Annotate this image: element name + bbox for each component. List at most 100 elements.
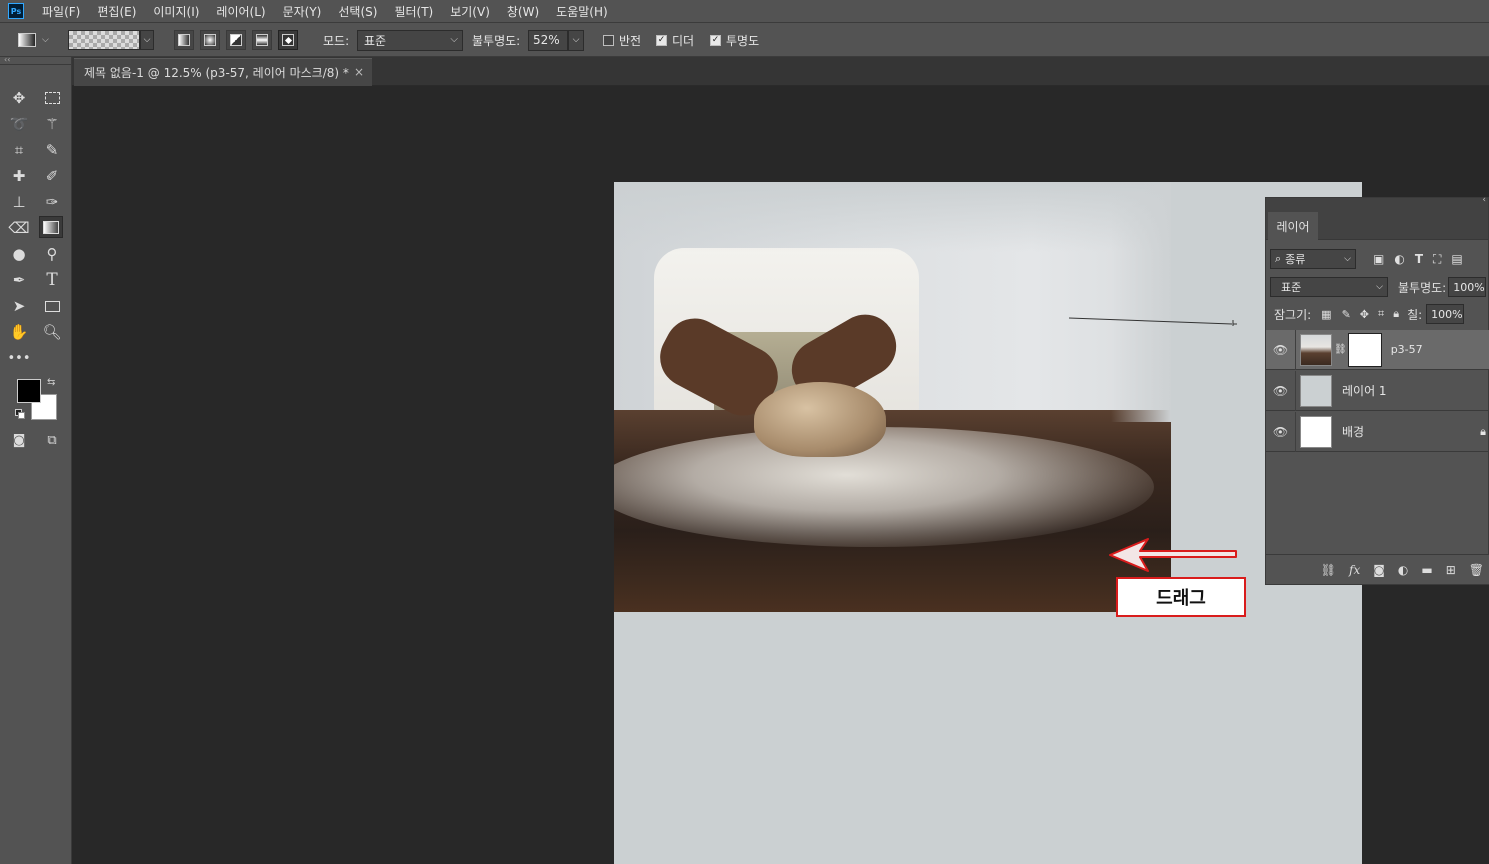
healing-brush-tool-icon[interactable]: ✚ xyxy=(7,165,31,187)
lock-icon: 🔒︎ xyxy=(1480,424,1486,438)
rectangle-tool-icon[interactable] xyxy=(40,295,64,317)
menu-help[interactable]: 도움말(H) xyxy=(556,3,608,20)
zoom-tool-icon[interactable]: 🔍︎ xyxy=(40,321,64,343)
layer-thumbnail[interactable] xyxy=(1300,415,1332,448)
collapse-icon[interactable]: ‹‹ xyxy=(0,56,71,65)
opacity-input[interactable]: 52% xyxy=(528,29,568,51)
eye-icon[interactable]: 👁︎ xyxy=(1266,411,1296,452)
layer-filter-select[interactable]: ⌕ 종류 ⌵ xyxy=(1270,249,1356,269)
lock-row: 잠그기: ▦ ✎ ✥ ⌗ 🔒︎ 칠: 100% xyxy=(1266,302,1489,326)
menu-type[interactable]: 문자(Y) xyxy=(283,3,322,20)
foreground-color-swatch[interactable] xyxy=(17,379,41,403)
blur-tool-icon[interactable]: ● xyxy=(7,243,31,265)
crop-tool-icon[interactable]: ⌗ xyxy=(7,139,31,161)
menu-edit[interactable]: 편집(E) xyxy=(97,3,136,20)
eye-icon[interactable]: 👁︎ xyxy=(1266,370,1296,411)
collapse-icon[interactable]: ‹ xyxy=(1482,195,1486,205)
layer-name: 레이어 1 xyxy=(1342,384,1387,398)
layer-opacity-value: 100% xyxy=(1453,280,1485,294)
link-icon[interactable]: ⛓ xyxy=(1334,344,1347,355)
dodge-tool-icon[interactable]: ⚲ xyxy=(40,243,64,265)
gradient-picker[interactable]: ⌵ xyxy=(68,29,154,51)
menu-image[interactable]: 이미지(I) xyxy=(153,3,199,20)
lock-pixels-icon[interactable]: ✎ xyxy=(1342,308,1351,321)
layer-mask-thumbnail[interactable] xyxy=(1348,333,1381,366)
opacity-label: 불투명도: xyxy=(472,33,521,48)
layer-row-p3-57[interactable]: 👁︎ ⛓ p3-57 xyxy=(1266,329,1489,370)
gradient-tool-icon[interactable] xyxy=(39,216,63,238)
layer-row-background[interactable]: 👁︎ 배경 🔒︎ xyxy=(1266,411,1489,452)
layer-thumbnail[interactable] xyxy=(1300,333,1332,366)
linear-gradient-button[interactable] xyxy=(174,30,194,50)
document-tab-strip: 제목 없음-1 @ 12.5% (p3-57, 레이어 마스크/8) * × xyxy=(72,57,1489,86)
tab-layers[interactable]: 레이어 xyxy=(1268,212,1318,240)
default-colors-icon[interactable] xyxy=(15,409,25,419)
filter-shape-icon[interactable]: ⛶ xyxy=(1433,252,1441,267)
layers-panel: ‹ 레이어 ⌕ 종류 ⌵ ▣ ◐ T ⛶ ▤ 표준 ⌵ 불투명도: 100% 잠 xyxy=(1265,195,1489,585)
transparency-checkbox[interactable]: ✓ xyxy=(710,34,721,46)
eraser-tool-icon[interactable]: ⌫ xyxy=(7,217,31,239)
menu-view[interactable]: 보기(V) xyxy=(450,3,490,20)
menu-layer[interactable]: 레이어(L) xyxy=(216,3,265,20)
link-layers-icon[interactable]: ⛓ xyxy=(1321,563,1336,577)
adjustment-layer-icon[interactable]: ◐ xyxy=(1398,563,1408,577)
document-tab[interactable]: 제목 없음-1 @ 12.5% (p3-57, 레이어 마스크/8) * × xyxy=(74,58,372,86)
new-layer-icon[interactable]: ⊞ xyxy=(1446,563,1456,577)
diamond-gradient-button[interactable] xyxy=(278,30,298,50)
baking-photo[interactable] xyxy=(614,182,1171,612)
more-tools-icon[interactable]: ••• xyxy=(7,347,31,369)
chevron-down-icon[interactable]: ⌵ xyxy=(568,29,584,51)
menu-bar: Ps 파일(F) 편집(E) 이미지(I) 레이어(L) 문자(Y) 선택(S)… xyxy=(0,0,1489,22)
menu-filter[interactable]: 필터(T) xyxy=(394,3,433,20)
lock-artboard-icon[interactable]: ⌗ xyxy=(1378,307,1384,321)
reflected-gradient-button[interactable] xyxy=(252,30,272,50)
lock-transparent-icon[interactable]: ▦ xyxy=(1321,308,1331,321)
filter-pixel-icon[interactable]: ▣ xyxy=(1373,252,1384,266)
blend-mode-select[interactable]: 표준 ⌵ xyxy=(1270,277,1388,297)
trash-icon[interactable]: 🗑︎ xyxy=(1469,563,1484,577)
brush-tool-icon[interactable]: ✐ xyxy=(40,165,64,187)
blend-row: 표준 ⌵ 불투명도: 100% xyxy=(1266,275,1489,299)
filter-smart-object-icon[interactable]: ▤ xyxy=(1451,252,1462,266)
menu-select[interactable]: 선택(S) xyxy=(338,3,377,20)
clone-stamp-tool-icon[interactable]: ⊥ xyxy=(7,191,31,213)
dither-checkbox[interactable]: ✓ xyxy=(656,34,667,46)
filter-adjustment-icon[interactable]: ◐ xyxy=(1394,252,1404,266)
quick-mask-icon[interactable]: ◙ xyxy=(7,429,31,451)
screen-mode-icon[interactable]: ⧉ xyxy=(40,429,64,451)
reverse-checkbox[interactable] xyxy=(603,34,614,46)
lock-position-icon[interactable]: ✥ xyxy=(1360,308,1369,321)
layer-opacity-input[interactable]: 100% xyxy=(1448,277,1487,297)
angle-gradient-button[interactable] xyxy=(226,30,246,50)
fx-icon[interactable]: fx xyxy=(1349,563,1360,577)
layer-thumbnail[interactable] xyxy=(1300,374,1332,407)
marquee-tool-icon[interactable] xyxy=(40,87,64,109)
hand-tool-icon[interactable]: ✋ xyxy=(7,321,31,343)
filter-type-icon[interactable]: T xyxy=(1415,252,1423,266)
menu-window[interactable]: 창(W) xyxy=(507,3,539,20)
new-group-icon[interactable]: ▬ xyxy=(1421,563,1432,577)
path-selection-tool-icon[interactable]: ➤ xyxy=(7,295,31,317)
gradient-preview[interactable] xyxy=(68,30,140,50)
tool-preset-picker[interactable]: ⌵ xyxy=(18,29,49,51)
swap-colors-icon[interactable]: ⇆ xyxy=(47,377,55,388)
eyedropper-tool-icon[interactable]: ✎ xyxy=(40,139,64,161)
document-canvas[interactable] xyxy=(614,182,1362,864)
add-mask-icon[interactable]: ◙ xyxy=(1373,563,1385,577)
fill-input[interactable]: 100% xyxy=(1426,304,1465,324)
lock-all-icon[interactable]: 🔒︎ xyxy=(1393,307,1399,321)
magic-wand-tool-icon[interactable]: ⚚ xyxy=(40,113,64,135)
pen-tool-icon[interactable]: ✒ xyxy=(7,269,31,291)
chevron-down-icon[interactable]: ⌵ xyxy=(140,30,154,50)
type-tool-icon[interactable]: T xyxy=(40,269,64,291)
lasso-tool-icon[interactable]: ➰ xyxy=(7,113,31,135)
history-brush-tool-icon[interactable]: ✑ xyxy=(40,191,64,213)
menu-file[interactable]: 파일(F) xyxy=(42,3,80,20)
radial-gradient-button[interactable] xyxy=(200,30,220,50)
move-tool-icon[interactable]: ✥ xyxy=(7,87,31,109)
close-icon[interactable]: × xyxy=(354,65,364,79)
layer-row-layer-1[interactable]: 👁︎ 레이어 1 xyxy=(1266,370,1489,411)
blend-mode-value: 표준 xyxy=(1281,281,1302,294)
eye-icon[interactable]: 👁︎ xyxy=(1266,329,1296,370)
mode-select[interactable]: 표준 ⌵ xyxy=(357,29,463,51)
